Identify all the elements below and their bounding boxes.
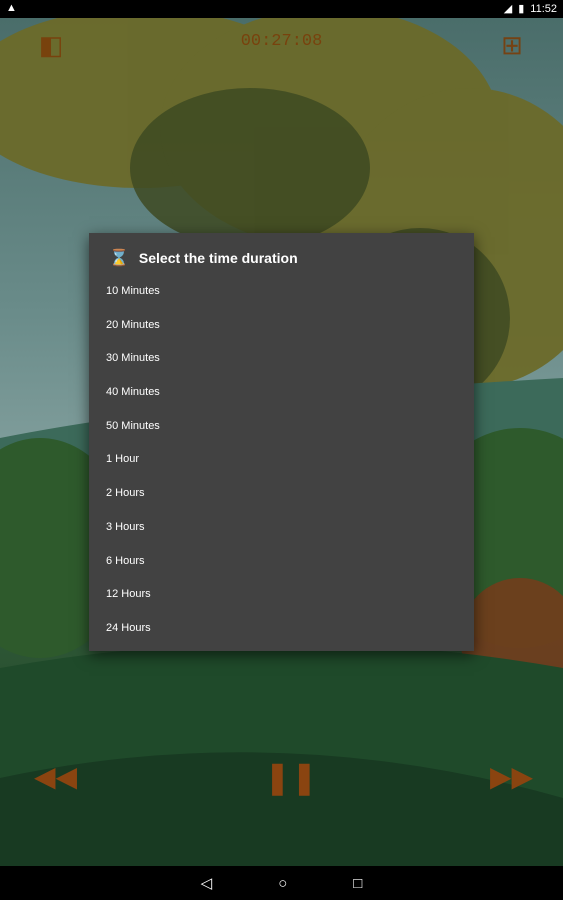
status-time: 11:52 <box>530 2 557 15</box>
duration-option[interactable]: 10 Minutes <box>89 275 474 309</box>
back-nav-icon[interactable]: ◁ <box>201 876 213 891</box>
home-nav-icon[interactable]: ○ <box>278 876 287 891</box>
bookmark-button[interactable]: ⊞ <box>495 28 529 62</box>
dialog-title: ⌛ Select the time duration <box>109 247 298 269</box>
duration-option[interactable]: 3 Hours <box>89 511 474 545</box>
rewind-button[interactable]: ◀◀ <box>34 760 77 793</box>
duration-option[interactable]: 24 Hours <box>89 612 474 646</box>
duration-list: 10 Minutes 20 Minutes 30 Minutes 40 Minu… <box>89 275 474 646</box>
time-duration-dialog: ⌛ Select the time duration 10 Minutes 20… <box>89 233 474 651</box>
signal-icon: ◢ <box>503 3 513 15</box>
fast-forward-button[interactable]: ▶▶ <box>490 760 533 793</box>
duration-option[interactable]: 12 Hours <box>89 578 474 612</box>
duration-option[interactable]: 30 Minutes <box>89 342 474 376</box>
dialog-title-text: Select the time duration <box>138 250 298 266</box>
duration-option[interactable]: 40 Minutes <box>89 376 474 410</box>
status-bar: ▲ ◢ ▮ 11:52 <box>0 0 563 18</box>
battery-icon: ▮ <box>518 3 525 15</box>
warning-icon: ▲ <box>6 2 17 14</box>
sleep-timer: 00:27:08 <box>240 32 323 51</box>
duration-option[interactable]: 20 Minutes <box>89 309 474 343</box>
pause-button[interactable]: ❚❚ <box>264 758 318 796</box>
recents-nav-icon[interactable]: □ <box>353 876 362 891</box>
duration-option[interactable]: 1 Hour <box>89 443 474 477</box>
duration-option[interactable]: 50 Minutes <box>89 410 474 444</box>
duration-option[interactable]: 2 Hours <box>89 477 474 511</box>
duration-option[interactable]: 6 Hours <box>89 545 474 579</box>
hourglass-icon: ⌛ <box>109 250 129 267</box>
navigation-bar: ◁ ○ □ <box>0 866 563 900</box>
